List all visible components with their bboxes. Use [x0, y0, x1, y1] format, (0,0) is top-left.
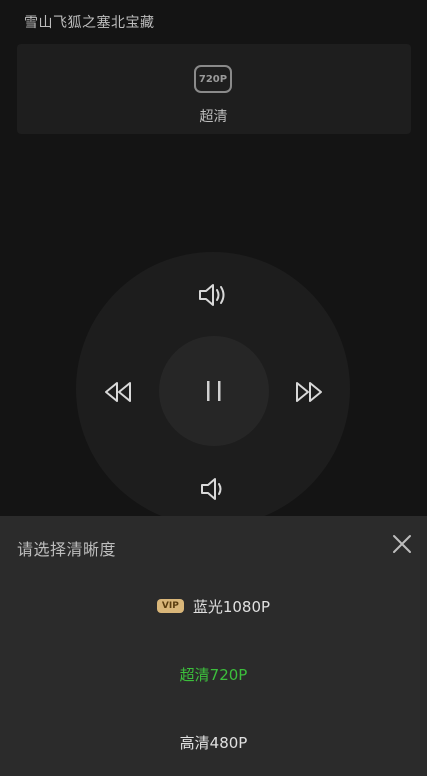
quality-option-1080p[interactable]: VIP 蓝光1080P — [0, 591, 427, 621]
fast-forward-button[interactable] — [290, 376, 328, 408]
quality-option-480p[interactable]: 高清480P — [0, 727, 427, 757]
quality-option-label: 超清720P — [179, 665, 248, 684]
pause-button[interactable] — [159, 336, 269, 446]
volume-down-button[interactable] — [193, 472, 233, 506]
quality-option-label: 高清480P — [179, 733, 248, 752]
rewind-icon — [105, 382, 131, 402]
quality-label: 超清 — [199, 109, 228, 125]
pause-icon — [207, 381, 221, 401]
close-button[interactable] — [390, 533, 414, 555]
volume-down-icon — [201, 478, 222, 500]
volume-up-icon — [199, 284, 225, 306]
quality-option-label: 蓝光1080P — [192, 597, 271, 616]
quality-option-720p[interactable]: 超清720P — [0, 659, 427, 689]
vip-badge: VIP — [156, 599, 184, 613]
video-title: 雪山飞狐之塞北宝藏 — [24, 15, 155, 31]
fast-forward-icon — [296, 382, 322, 402]
close-icon — [393, 535, 411, 553]
rewind-button[interactable] — [99, 376, 137, 408]
sheet-title: 请选择清晰度 — [17, 540, 117, 559]
volume-up-button[interactable] — [193, 278, 233, 312]
quality-badge[interactable]: 720P — [194, 65, 232, 93]
